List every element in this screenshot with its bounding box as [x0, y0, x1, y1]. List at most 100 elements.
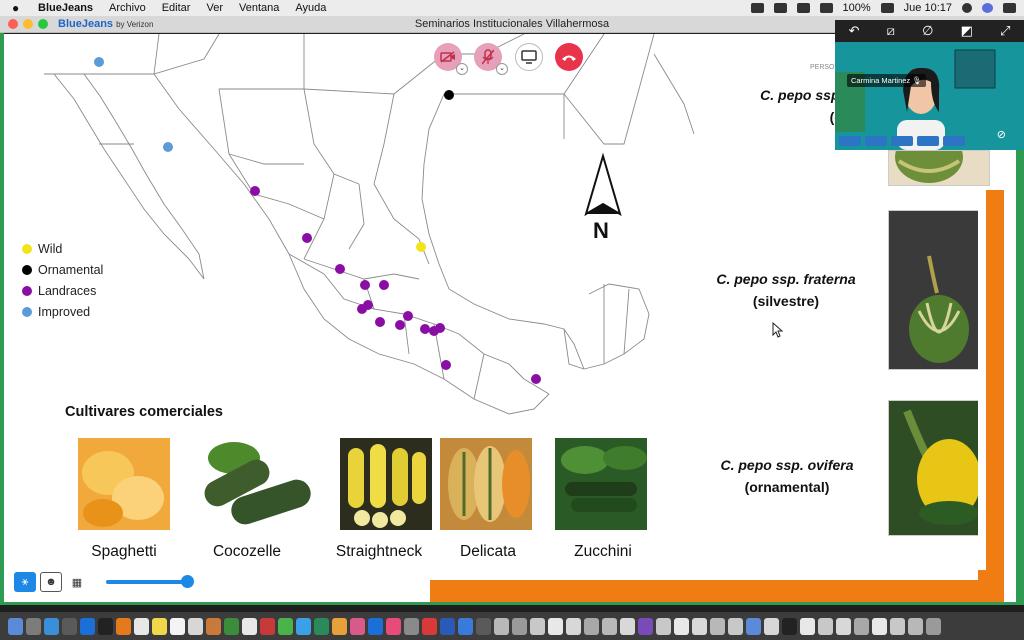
back-arrow-icon[interactable]: ↶: [849, 23, 860, 39]
launchpad-icon[interactable]: [26, 617, 41, 635]
menu-item-ayuda[interactable]: Ayuda: [295, 2, 326, 14]
expand-icon[interactable]: ⤢: [1000, 23, 1010, 39]
hang-up-button[interactable]: [555, 43, 583, 71]
skype-icon[interactable]: [368, 617, 383, 635]
maps-icon[interactable]: [296, 617, 311, 635]
facetime-icon[interactable]: [224, 617, 239, 635]
bluejeans-dock-icon[interactable]: [458, 617, 473, 635]
photos-icon[interactable]: [134, 617, 149, 635]
point-landrace: [250, 186, 260, 196]
mic-toggle-button[interactable]: ⌄: [474, 43, 508, 75]
dropbox-icon[interactable]: [773, 3, 787, 13]
mic-options-chevron-icon[interactable]: ⌄: [496, 63, 508, 75]
video-options-chevron-icon[interactable]: ⌄: [456, 63, 468, 75]
apple-icon[interactable]: ●: [12, 1, 26, 15]
zoom-slider[interactable]: [106, 575, 194, 588]
window-thumb[interactable]: [800, 617, 815, 635]
participant-thumb[interactable]: [891, 136, 913, 146]
word-icon[interactable]: [440, 617, 455, 635]
menu-item-archivo[interactable]: Archivo: [109, 2, 146, 14]
books-icon[interactable]: [206, 617, 221, 635]
point-landrace: [360, 280, 370, 290]
preferences-icon[interactable]: [404, 617, 419, 635]
participant-thumb[interactable]: [943, 136, 965, 146]
window-thumb[interactable]: [890, 617, 905, 635]
search-icon[interactable]: [962, 3, 972, 13]
appstore-icon[interactable]: [80, 617, 95, 635]
photobooth-icon[interactable]: [260, 617, 275, 635]
itunes-icon[interactable]: [350, 617, 365, 635]
contacts-icon[interactable]: [188, 617, 203, 635]
mic-off-icon: [482, 49, 494, 65]
pdf-icon[interactable]: [422, 617, 437, 635]
mic-off-icon[interactable]: ∅: [922, 23, 933, 39]
photo-spaghetti: [78, 438, 170, 530]
cloud-icon[interactable]: [750, 3, 764, 13]
siri-icon[interactable]: [982, 3, 993, 13]
window-thumb[interactable]: [818, 617, 833, 635]
video-off-icon[interactable]: ⧄: [887, 23, 895, 39]
app-icon[interactable]: [512, 617, 527, 635]
window-thumb[interactable]: [584, 617, 599, 635]
camera-icon[interactable]: [796, 3, 810, 13]
participant-thumb[interactable]: [865, 136, 887, 146]
window-thumb[interactable]: [638, 617, 653, 635]
window-thumb[interactable]: [782, 617, 797, 635]
picture-in-picture-icon[interactable]: ◩: [961, 23, 973, 39]
menu-clock[interactable]: Jue 10:17: [904, 2, 952, 14]
zoom-slider-knob[interactable]: [181, 575, 194, 588]
battery-percent[interactable]: 100%: [843, 2, 871, 14]
rocket-icon[interactable]: [62, 617, 77, 635]
reminders-icon[interactable]: [242, 617, 257, 635]
screen-share-button[interactable]: [515, 43, 543, 71]
window-thumb[interactable]: [872, 617, 887, 635]
menu-app-name[interactable]: BlueJeans: [38, 2, 93, 14]
battery-icon[interactable]: [880, 3, 894, 13]
window-thumb[interactable]: [854, 617, 869, 635]
window-thumb[interactable]: [548, 617, 563, 635]
terminal-icon[interactable]: [98, 617, 113, 635]
app-icon[interactable]: [494, 617, 509, 635]
participant-thumb[interactable]: [917, 136, 939, 146]
notification-center-icon[interactable]: [1003, 3, 1016, 13]
music-icon[interactable]: [386, 617, 401, 635]
window-thumb[interactable]: [566, 617, 581, 635]
camera-off-icon[interactable]: ⊘: [997, 128, 1006, 141]
window-thumb[interactable]: [908, 617, 923, 635]
window-thumb[interactable]: [728, 617, 743, 635]
messages-icon[interactable]: [278, 617, 293, 635]
point-landrace: [531, 374, 541, 384]
window-thumb[interactable]: [710, 617, 725, 635]
window-thumb[interactable]: [674, 617, 689, 635]
photo-cocozelle: [194, 438, 318, 530]
wifi-icon[interactable]: [819, 3, 833, 13]
window-thumb[interactable]: [620, 617, 635, 635]
menu-item-editar[interactable]: Editar: [162, 2, 191, 14]
firefox-icon[interactable]: [116, 617, 131, 635]
menu-item-ventana[interactable]: Ventana: [239, 2, 279, 14]
safari-icon[interactable]: [44, 617, 59, 635]
participant-thumb[interactable]: [839, 136, 861, 146]
video-toggle-button[interactable]: ⌄: [434, 43, 468, 75]
trash-icon[interactable]: [926, 617, 941, 635]
speaker-layout-button[interactable]: ☻: [40, 572, 62, 592]
window-thumb[interactable]: [836, 617, 851, 635]
app-icon[interactable]: [476, 617, 491, 635]
menu-item-ver[interactable]: Ver: [206, 2, 223, 14]
slide-accent-bottom: [430, 580, 1004, 602]
participant-nametag: Carmina Martinez 🎙: [847, 74, 926, 87]
keynote-icon[interactable]: [332, 617, 347, 635]
window-thumb[interactable]: [764, 617, 779, 635]
finder-icon[interactable]: [8, 617, 23, 635]
presentation-layout-button[interactable]: ⚹: [14, 572, 36, 592]
window-thumb[interactable]: [656, 617, 671, 635]
window-thumb[interactable]: [602, 617, 617, 635]
window-thumb[interactable]: [692, 617, 707, 635]
numbers-icon[interactable]: [314, 617, 329, 635]
gallery-layout-button[interactable]: ▦: [66, 572, 88, 592]
legend-item-wild: Wild: [22, 238, 103, 259]
notes-icon[interactable]: [152, 617, 167, 635]
calendar-icon[interactable]: [170, 617, 185, 635]
window-thumb[interactable]: [530, 617, 545, 635]
window-thumb[interactable]: [746, 617, 761, 635]
